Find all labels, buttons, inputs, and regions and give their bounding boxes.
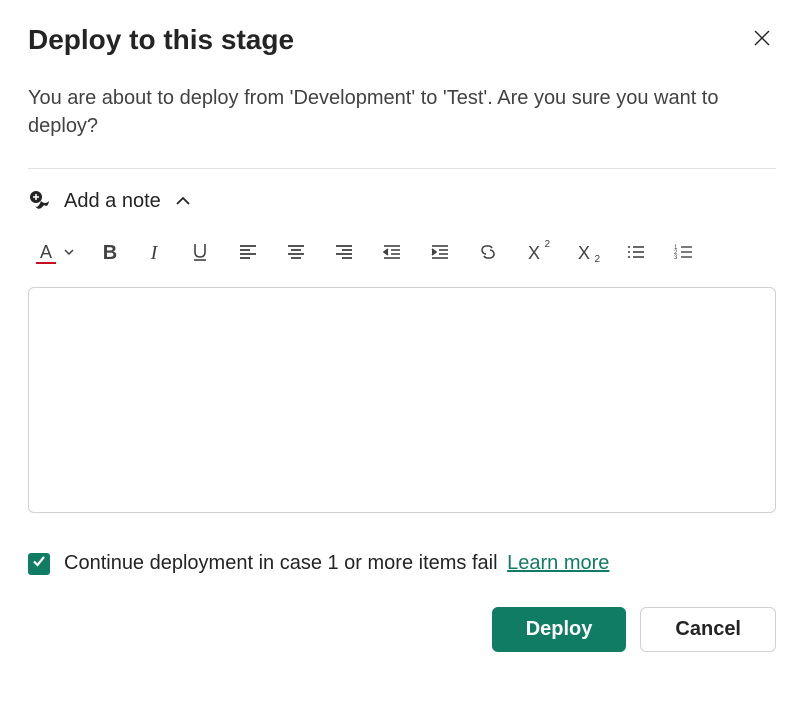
chevron-down-icon xyxy=(63,246,75,261)
deploy-button[interactable]: Deploy xyxy=(492,607,627,652)
checkmark-icon xyxy=(31,553,47,574)
italic-icon: I xyxy=(151,242,158,265)
align-center-button[interactable] xyxy=(284,241,308,265)
align-left-icon xyxy=(238,242,258,265)
note-editor[interactable] xyxy=(28,287,776,513)
close-button[interactable] xyxy=(748,24,776,55)
cancel-button[interactable]: Cancel xyxy=(640,607,776,652)
link-icon xyxy=(478,242,498,265)
align-right-button[interactable] xyxy=(332,241,356,265)
outdent-icon xyxy=(382,242,402,265)
checkbox-label-text: Continue deployment in case 1 or more it… xyxy=(64,552,498,574)
continue-on-fail-checkbox[interactable] xyxy=(28,553,50,575)
align-right-icon xyxy=(334,242,354,265)
numbered-list-icon: 1 2 3 xyxy=(674,242,694,265)
underline-icon xyxy=(190,242,210,265)
dialog-title: Deploy to this stage xyxy=(28,24,294,56)
link-button[interactable] xyxy=(476,241,500,265)
indent-icon xyxy=(430,242,450,265)
superscript-button[interactable]: X2 xyxy=(524,241,544,265)
superscript-exp: 2 xyxy=(544,239,550,250)
outdent-button[interactable] xyxy=(380,241,404,265)
chevron-up-icon xyxy=(173,191,193,211)
font-color-button[interactable]: A xyxy=(36,242,56,264)
bold-icon: B xyxy=(103,242,117,265)
font-color-letter: A xyxy=(40,242,52,263)
font-color-dropdown[interactable] xyxy=(62,241,76,265)
italic-button[interactable]: I xyxy=(144,241,164,265)
add-note-toggle[interactable]: Add a note xyxy=(28,189,776,213)
dialog-footer: Deploy Cancel xyxy=(28,607,776,652)
align-left-button[interactable] xyxy=(236,241,260,265)
superscript-base: X xyxy=(528,243,540,264)
continue-on-fail-label: Continue deployment in case 1 or more it… xyxy=(64,552,609,575)
close-icon xyxy=(752,28,772,51)
add-note-label: Add a note xyxy=(64,190,161,213)
numbered-list-button[interactable]: 1 2 3 xyxy=(672,241,696,265)
bulleted-list-icon xyxy=(626,242,646,265)
dialog-description: You are about to deploy from 'Developmen… xyxy=(28,84,776,140)
divider xyxy=(28,168,776,169)
svg-text:3: 3 xyxy=(674,255,678,261)
underline-button[interactable] xyxy=(188,241,212,265)
subscript-base: X xyxy=(578,243,590,264)
bulleted-list-button[interactable] xyxy=(624,241,648,265)
indent-button[interactable] xyxy=(428,241,452,265)
bold-button[interactable]: B xyxy=(100,241,120,265)
learn-more-link[interactable]: Learn more xyxy=(507,552,609,574)
subscript-sub: 2 xyxy=(594,254,600,265)
add-note-icon xyxy=(28,189,52,213)
continue-on-fail-row: Continue deployment in case 1 or more it… xyxy=(28,552,776,575)
dialog-header: Deploy to this stage xyxy=(28,24,776,56)
align-center-icon xyxy=(286,242,306,265)
subscript-button[interactable]: X2 xyxy=(574,241,594,265)
rich-text-toolbar: A B I xyxy=(28,241,776,265)
